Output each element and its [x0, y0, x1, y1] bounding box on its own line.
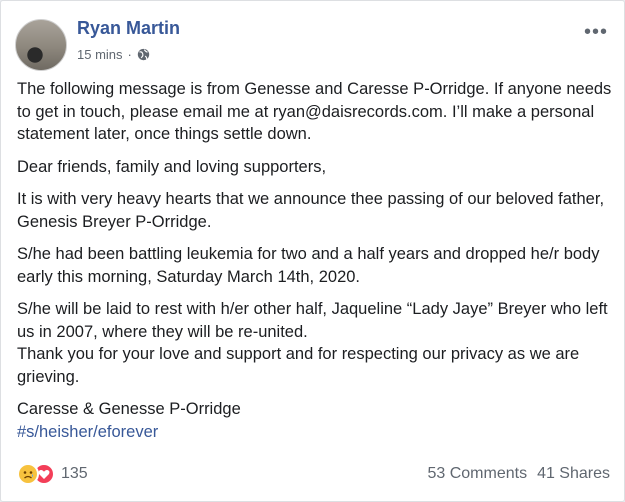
reaction-count[interactable]: 135 — [61, 465, 88, 483]
reactions-summary[interactable]: 135 — [17, 463, 88, 485]
shares-count[interactable]: 41 Shares — [537, 465, 610, 483]
post-card: Ryan Martin 15 mins · ••• The following … — [0, 0, 625, 502]
post-paragraph: Dear friends, family and loving supporte… — [17, 157, 327, 176]
post-signature: Caresse & Genesse P-Orridge — [17, 400, 241, 418]
post-paragraph: S/he will be laid to rest with h/er othe… — [17, 300, 608, 341]
sad-reaction-icon — [17, 463, 39, 485]
globe-icon[interactable] — [137, 48, 150, 61]
comments-count[interactable]: 53 Comments — [427, 465, 527, 483]
hashtag-link[interactable]: #s/heisher/eforever — [17, 423, 158, 441]
post-stats: 53 Comments 41 Shares — [427, 465, 610, 483]
hashtag-line: #s/heisher/eforever — [17, 421, 613, 444]
more-options-icon[interactable]: ••• — [584, 21, 608, 44]
meta-separator: · — [127, 47, 132, 62]
author-avatar[interactable] — [15, 19, 67, 71]
author-name[interactable]: Ryan Martin — [77, 18, 180, 39]
post-paragraph: It is with very heavy hearts that we ann… — [17, 190, 605, 231]
post-footer: 135 53 Comments 41 Shares — [17, 463, 610, 493]
post-meta: 15 mins · — [77, 47, 150, 62]
post-timestamp[interactable]: 15 mins — [77, 47, 123, 62]
post-text: The following message is from Genesse an… — [17, 78, 613, 443]
post-paragraph: The following message is from Genesse an… — [17, 80, 612, 143]
post-header: Ryan Martin 15 mins · ••• — [15, 13, 614, 71]
post-paragraph: Thank you for your love and support and … — [17, 345, 580, 386]
post-paragraph: S/he had been battling leukemia for two … — [17, 245, 600, 286]
